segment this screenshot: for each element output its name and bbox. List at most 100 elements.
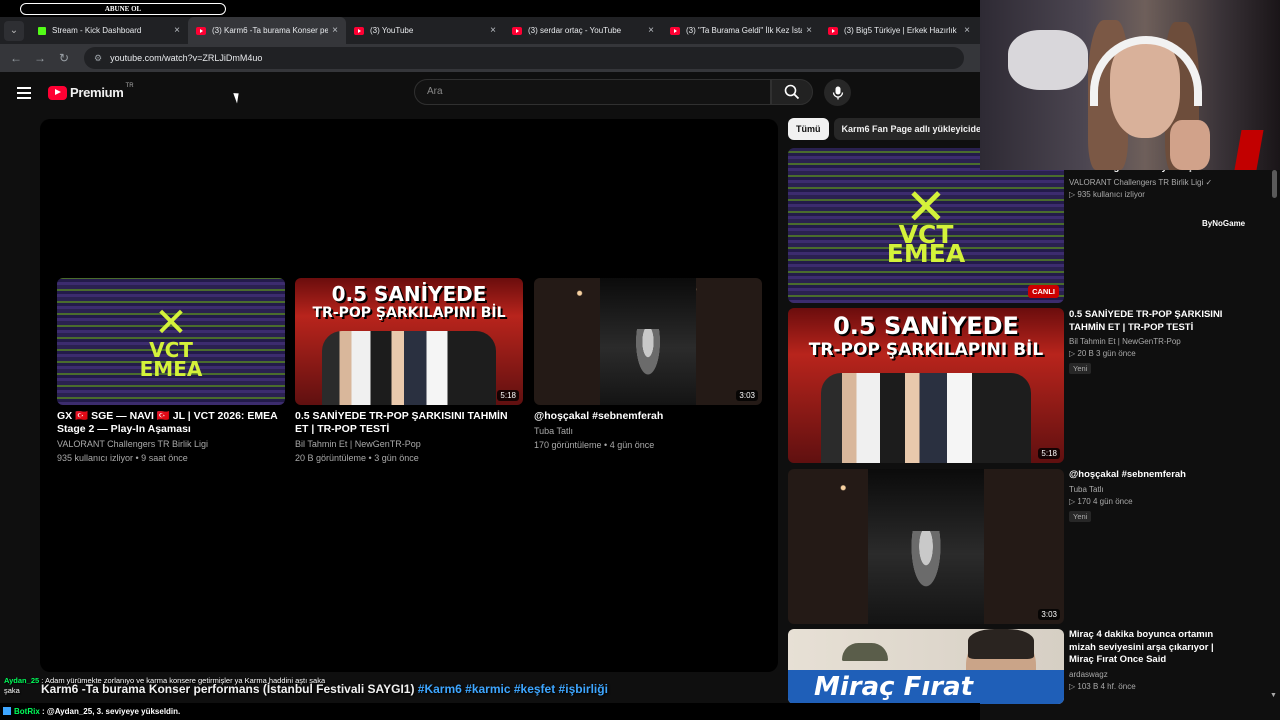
- browser-tab[interactable]: (3) Karm6 -Ta burama Konser pe ×: [188, 17, 346, 44]
- video-stats: ▷ 935 kullanıcı izliyor: [1069, 189, 1145, 199]
- chat-text: : @Aydan_25, 3. seviyeye yükseldin.: [42, 707, 181, 716]
- video-title[interactable]: Miraç 4 dakika boyunca ortamın mizah sev…: [1069, 629, 1239, 667]
- subscribe-banner: ABUNE OL: [20, 3, 226, 15]
- performer: [909, 531, 943, 593]
- live-badge: CANLI: [1028, 285, 1059, 298]
- channel-name[interactable]: Tuba Tatlı: [1069, 485, 1239, 494]
- thumb-text: TR-POP ŞARKILAPINI BİL: [808, 340, 1044, 360]
- video-stats: ▷ 103 B 4 hf. önce: [1069, 681, 1136, 691]
- back-icon[interactable]: ←: [4, 51, 28, 65]
- forward-icon[interactable]: →: [28, 51, 52, 65]
- recommendation-info[interactable]: @hoşçakal #sebnemferah Tuba Tatlı ▷ 170 4 …: [1069, 469, 1239, 524]
- thumbnail[interactable]: 3:03: [534, 278, 762, 405]
- youtube-icon: [670, 26, 680, 35]
- streamer-webcam: [980, 0, 1280, 170]
- thumb-text: Miraç Fırat: [788, 670, 1064, 704]
- video-stats: ▷ 170 4 gün önce: [1069, 496, 1133, 506]
- video-player[interactable]: ✕ VCT EMEA GX 🇹🇷 SGE — NAVI 🇹🇷 JL | VCT 202…: [40, 119, 778, 672]
- filter-chip[interactable]: Karm6 Fan Page adlı yükleyiciden: [833, 118, 995, 140]
- tab-list: Stream - Kick Dashboard × (3) Karm6 -Ta bu…: [30, 17, 978, 44]
- channel-name[interactable]: VALORANT Challengers TR Birlik Ligi ✓: [1069, 178, 1239, 187]
- youtube-icon: [196, 26, 206, 35]
- site-info-icon[interactable]: ⚙: [94, 53, 102, 64]
- stream-top-bar: ABUNE OL: [0, 0, 980, 17]
- chat-bot-message: BotRix : @Aydan_25, 3. seviyeye yükseldi…: [0, 703, 980, 720]
- red-light: [1234, 130, 1264, 170]
- scroll-down-arrow-icon[interactable]: ▼: [1270, 692, 1277, 699]
- browser-tab[interactable]: (3) YouTube ×: [346, 17, 504, 44]
- duration-badge: 3:03: [1038, 609, 1060, 620]
- sponsor-logo: ByNoGame: [1202, 219, 1246, 228]
- end-screen-video[interactable]: 3:03 @hoşçakal #sebnemferah Tuba Tatlı 170 …: [534, 278, 762, 451]
- scrollbar-thumb[interactable]: [1272, 170, 1277, 198]
- youtube-icon: [512, 26, 522, 35]
- end-screen-video[interactable]: 0.5 SANİYEDE TR-POP ŞARKILAPINI BİL 5:18 0.…: [295, 278, 523, 464]
- filter-chip[interactable]: Tümü: [788, 118, 829, 140]
- tab-search-menu-icon[interactable]: ⌄: [4, 20, 24, 41]
- performer: [634, 328, 662, 380]
- tab-title: (3) YouTube: [370, 26, 414, 35]
- duration-badge: 5:18: [497, 390, 519, 401]
- browser-tab[interactable]: (3) serdar ortaç - YouTube ×: [504, 17, 662, 44]
- thumbnail[interactable]: ✕ VCT EMEA: [57, 278, 285, 405]
- channel-name[interactable]: Tuba Tatlı: [534, 425, 762, 437]
- search-input[interactable]: Ara: [414, 79, 771, 105]
- thumb-text: TR-POP ŞARKILAPINI BİL: [312, 305, 506, 321]
- video-title[interactable]: GX 🇹🇷 SGE — NAVI 🇹🇷 JL | VCT 2026: EMEA …: [57, 410, 285, 436]
- youtube-icon: [354, 26, 364, 35]
- end-screen-video[interactable]: ✕ VCT EMEA GX 🇹🇷 SGE — NAVI 🇹🇷 JL | VCT 202…: [57, 278, 285, 464]
- close-icon[interactable]: ×: [964, 25, 970, 36]
- youtube-icon: [828, 26, 838, 35]
- channel-name[interactable]: VALORANT Challengers TR Birlik Ligi: [57, 438, 285, 450]
- reload-icon[interactable]: ↻: [52, 51, 76, 65]
- thumb-hair: [968, 629, 1034, 659]
- tab-title: (3) serdar ortaç - YouTube: [528, 26, 622, 35]
- address-bar[interactable]: ⚙ youtube.com/watch?v=ZRLJiDmM4uo: [84, 47, 964, 69]
- youtube-play-icon: [48, 85, 67, 100]
- close-icon[interactable]: ×: [174, 25, 180, 36]
- recommendation-thumbnail[interactable]: Miraç Fırat: [788, 629, 1064, 704]
- stream-title-text: Karm6 -Ta burama Konser performans (İsta…: [41, 682, 415, 696]
- video-stats: 935 kullanıcı izliyor • 9 saat önce: [57, 453, 188, 463]
- channel-name[interactable]: ardaswagz: [1069, 670, 1239, 679]
- duration-badge: 5:18: [1038, 448, 1060, 459]
- channel-name[interactable]: Bil Tahmin Et | NewGenTR-Pop: [295, 438, 523, 450]
- duration-badge: 3:03: [736, 390, 758, 401]
- new-badge: Yeni: [1069, 363, 1092, 374]
- youtube-premium-logo[interactable]: Premium TR: [48, 83, 134, 100]
- kick-icon: [38, 26, 46, 35]
- recommendation-thumbnail[interactable]: ✕ VCT EMEA CANLI: [788, 148, 1064, 303]
- thumb-text: EMEA: [886, 238, 966, 268]
- new-badge: Yeni: [1069, 510, 1092, 522]
- channel-name[interactable]: Bil Tahmin Et | NewGenTR-Pop: [1069, 337, 1239, 346]
- browser-tab[interactable]: (3) Big5 Türkiye | Erkek Hazırlık ×: [820, 17, 978, 44]
- close-icon[interactable]: ×: [332, 25, 338, 36]
- bot-icon: [3, 707, 11, 715]
- youtube-header: Premium TR Ara: [0, 72, 980, 116]
- close-icon[interactable]: ×: [648, 25, 654, 36]
- search-button[interactable]: [771, 79, 813, 105]
- menu-icon[interactable]: [17, 87, 31, 102]
- close-icon[interactable]: ×: [806, 25, 812, 36]
- close-icon[interactable]: ×: [490, 25, 496, 36]
- tab-title: (3) Big5 Türkiye | Erkek Hazırlık: [844, 26, 957, 35]
- browser-tab[interactable]: (3) "Ta Burama Geldi" İlk Kez İstan ×: [662, 17, 820, 44]
- video-title[interactable]: 0.5 SANİYEDE TR-POP ŞARKISINI TAHMİN ET …: [295, 410, 523, 436]
- recommendation-thumbnail[interactable]: 3:03: [788, 469, 1064, 624]
- video-stats: ▷ 20 B 3 gün önce: [1069, 349, 1136, 358]
- video-title[interactable]: @hoşçakal #sebnemferah: [1069, 469, 1239, 482]
- browser-tab[interactable]: Stream - Kick Dashboard ×: [30, 17, 188, 44]
- video-title[interactable]: 0.5 SANİYEDE TR-POP ŞARKISINI TAHMİN ET …: [1069, 309, 1239, 334]
- video-title[interactable]: @hoşçakal #sebnemferah: [534, 410, 762, 423]
- thumbnail[interactable]: 0.5 SANİYEDE TR-POP ŞARKILAPINI BİL 5:18: [295, 278, 523, 405]
- stream-title: Karm6 -Ta burama Konser performans (İsta…: [41, 682, 608, 696]
- thumb-people: [821, 373, 1031, 463]
- recommendation-info[interactable]: Miraç 4 dakika boyunca ortamın mizah sev…: [1069, 629, 1239, 691]
- thumb-text: 0.5 SANİYEDE: [833, 312, 1019, 340]
- voice-search-button[interactable]: [824, 79, 851, 106]
- browser-toolbar: ← → ↻ ⚙ youtube.com/watch?v=ZRLJiDmM4uo: [0, 44, 980, 72]
- recommendation-thumbnail[interactable]: 0.5 SANİYEDE TR-POP ŞARKILAPINI BİL 5:18: [788, 308, 1064, 463]
- tab-title: (3) Karm6 -Ta burama Konser pe: [212, 26, 329, 35]
- recommendation-info[interactable]: 0.5 SANİYEDE TR-POP ŞARKISINI TAHMİN ET …: [1069, 309, 1239, 376]
- filter-chips: Tümü Karm6 Fan Page adlı yükleyiciden: [788, 118, 1000, 140]
